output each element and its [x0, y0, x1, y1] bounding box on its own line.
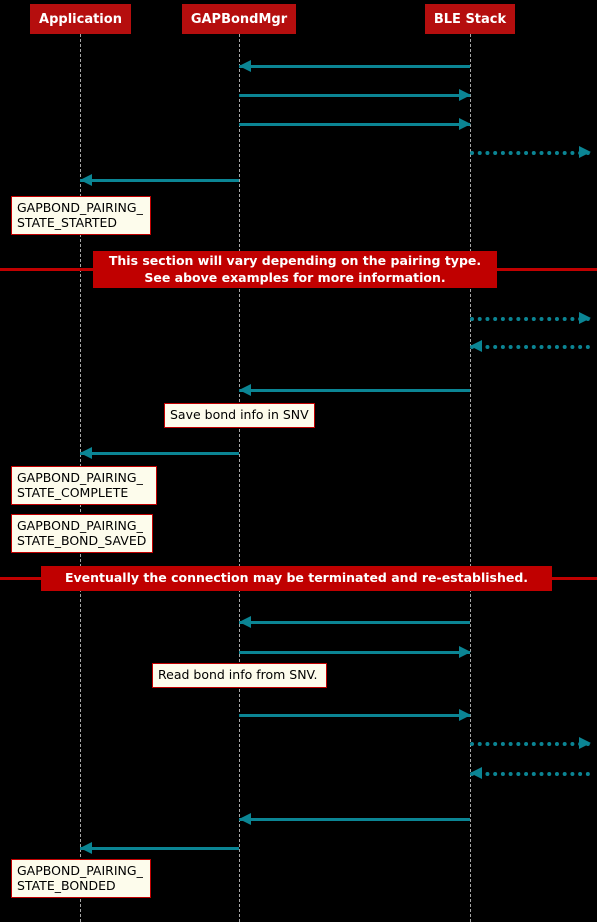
- participant-label-ble: BLE Stack: [433, 11, 507, 27]
- message-m13: [470, 742, 590, 746]
- arrowhead-m7: [470, 340, 482, 352]
- arrowhead-m6: [579, 312, 591, 324]
- lifeline-ble: [470, 34, 471, 922]
- sequence-diagram: This section will vary depending on the …: [0, 0, 597, 922]
- participant-gbm[interactable]: GAPBondMgr: [182, 4, 296, 34]
- note-n4: GAPBOND_PAIRING_ STATE_BOND_SAVED: [11, 514, 153, 553]
- arrowhead-m16: [80, 842, 92, 854]
- message-m16: [80, 847, 239, 850]
- arrowhead-m8: [239, 384, 251, 396]
- message-m4: [470, 151, 590, 155]
- message-m5: [80, 179, 239, 182]
- arrowhead-m10: [239, 616, 251, 628]
- message-m15: [239, 818, 470, 821]
- arrowhead-m1: [239, 60, 251, 72]
- message-m3: [239, 123, 470, 126]
- message-m1: [239, 65, 470, 68]
- note-n2: Save bond info in SNV: [164, 403, 315, 428]
- participant-ble[interactable]: BLE Stack: [425, 4, 515, 34]
- arrowhead-m11: [459, 646, 471, 658]
- message-m2: [239, 94, 470, 97]
- participant-label-gbm: GAPBondMgr: [190, 11, 288, 27]
- message-m6: [470, 317, 590, 321]
- divider-d1: This section will vary depending on the …: [93, 251, 497, 288]
- arrowhead-m15: [239, 813, 251, 825]
- arrowhead-m2: [459, 89, 471, 101]
- arrowhead-m13: [579, 737, 591, 749]
- message-m9: [80, 452, 239, 455]
- divider-d2: Eventually the connection may be termina…: [41, 566, 552, 591]
- arrowhead-m3: [459, 118, 471, 130]
- participant-app[interactable]: Application: [30, 4, 131, 34]
- message-m14: [470, 772, 590, 776]
- message-m10: [239, 621, 470, 624]
- message-m12: [239, 714, 470, 717]
- note-n5: Read bond info from SNV.: [152, 663, 327, 688]
- arrowhead-m12: [459, 709, 471, 721]
- participant-label-app: Application: [39, 11, 122, 27]
- arrowhead-m9: [80, 447, 92, 459]
- note-n1: GAPBOND_PAIRING_ STATE_STARTED: [11, 196, 151, 235]
- message-m11: [239, 651, 470, 654]
- message-m7: [470, 345, 590, 349]
- arrowhead-m4: [579, 146, 591, 158]
- lifeline-gbm: [239, 34, 240, 922]
- note-n3: GAPBOND_PAIRING_ STATE_COMPLETE: [11, 466, 157, 505]
- note-n6: GAPBOND_PAIRING_ STATE_BONDED: [11, 859, 151, 898]
- message-m8: [239, 389, 470, 392]
- arrowhead-m5: [80, 174, 92, 186]
- arrowhead-m14: [470, 767, 482, 779]
